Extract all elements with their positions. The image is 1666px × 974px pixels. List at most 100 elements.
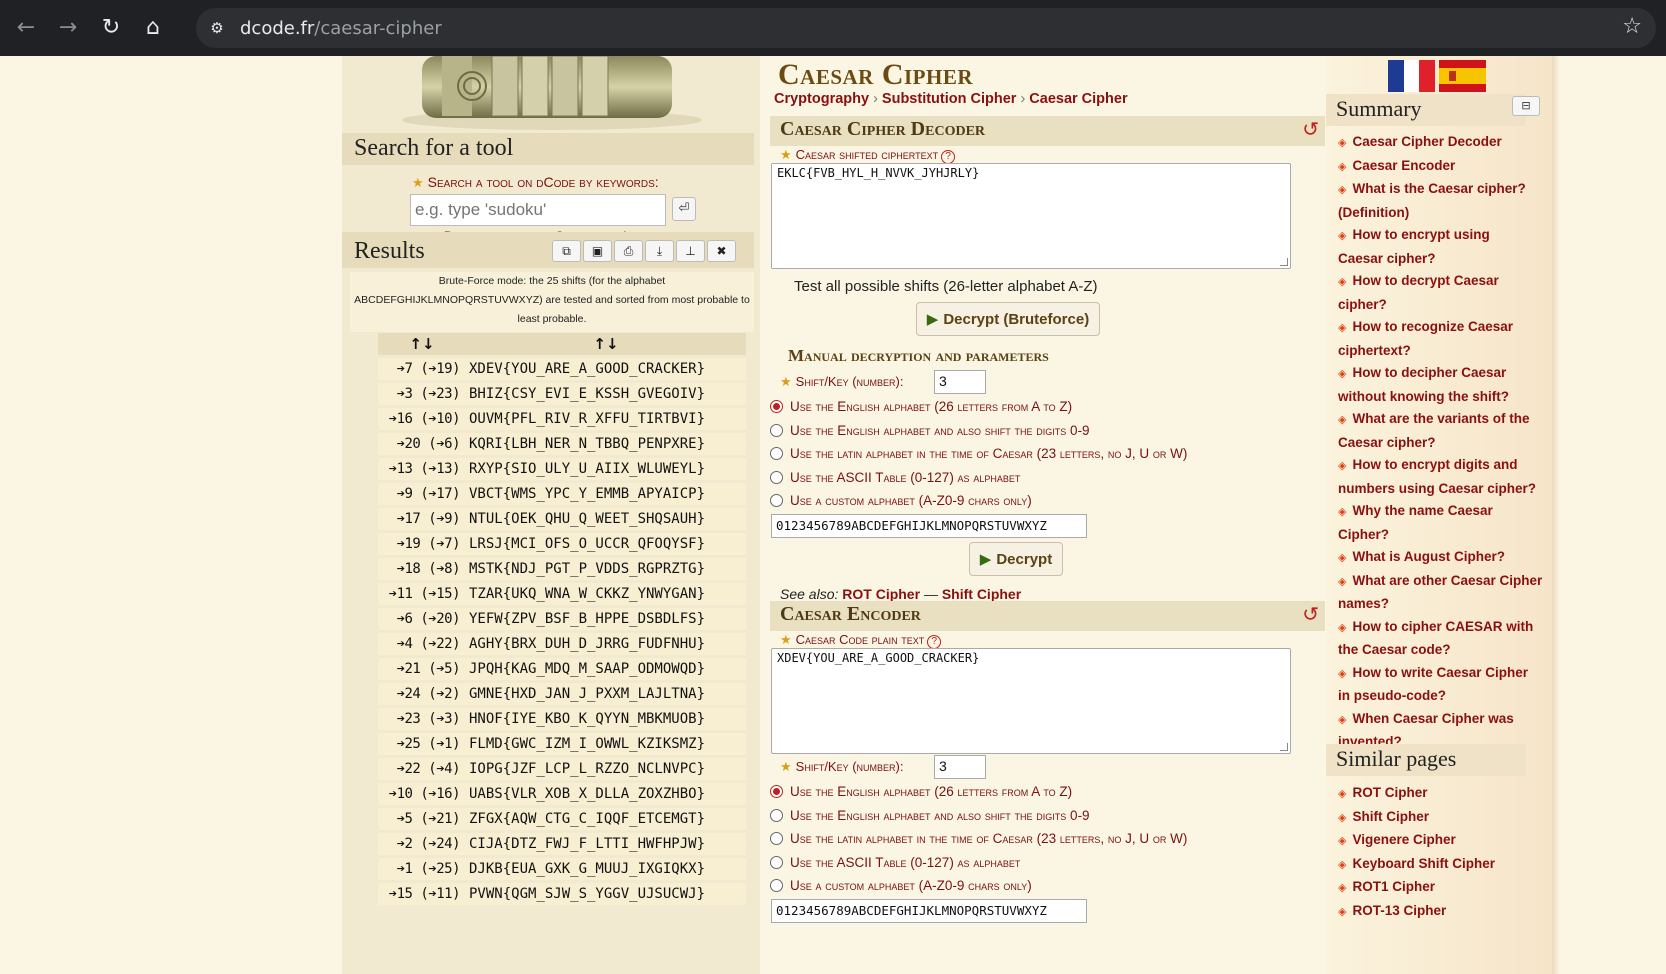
decoded-text-cell[interactable]: AGHY{BRX_DUH_D_JRRG_FUDFNHU} — [466, 633, 746, 655]
summary-item[interactable]: ◈ Caesar Encoder — [1338, 155, 1538, 179]
ciphertext-textarea[interactable]: EKLC{FVB_HYL_H_NVVK_JYHJRLY} — [771, 163, 1291, 269]
address-bar[interactable]: ⚙ dcode.fr/caesar-cipher ☆ — [196, 8, 1656, 48]
similar-item[interactable]: ◈ ROT-13 Cipher — [1338, 900, 1556, 924]
pin-icon[interactable]: ⊥ — [676, 240, 705, 262]
print-icon[interactable]: ⎙ — [614, 240, 643, 262]
decoded-text-cell[interactable]: PVWN{QGM_SJW_S_YGGV_UJSUCWJ} — [466, 883, 746, 905]
radio[interactable] — [770, 879, 783, 892]
site-settings-icon[interactable]: ⚙ — [206, 17, 228, 39]
option-english[interactable]: Use the English alphabet (26 letters fro… — [770, 399, 1072, 414]
french-flag-icon[interactable] — [1388, 60, 1435, 92]
summary-item[interactable]: ◈ What are the variants of the Caesar cip… — [1338, 408, 1538, 454]
similar-item[interactable]: ◈ Vigenere Cipher — [1338, 829, 1556, 853]
forward-arrow-icon[interactable]: → — [52, 12, 84, 44]
custom-alphabet-input[interactable]: 0123456789ABCDEFGHIJKLMNOPQRSTUVWXYZ — [771, 514, 1087, 538]
spanish-flag-icon[interactable] — [1439, 60, 1486, 92]
decrypt-button[interactable]: ▶ Decrypt — [969, 542, 1063, 576]
encoder-shift-input[interactable]: 3 — [934, 755, 986, 779]
radio[interactable] — [770, 447, 783, 460]
decoded-text-cell[interactable]: BHIZ{CSY_EVI_E_KSSH_GVEGOIV} — [466, 383, 746, 405]
summary-item[interactable]: ◈ How to encrypt digits and numbers using… — [1338, 454, 1548, 500]
help-icon[interactable]: ? — [927, 635, 942, 649]
help-icon[interactable]: ? — [941, 150, 956, 164]
search-input[interactable] — [410, 194, 666, 226]
decoded-text-cell[interactable]: YEFW{ZPV_BSF_B_HPPE_DSBDLFS} — [466, 608, 746, 630]
reset-icon[interactable]: ↺ — [1302, 602, 1319, 626]
shift-cipher-link[interactable]: Shift Cipher — [942, 586, 1021, 602]
url-text[interactable]: dcode.fr/caesar-cipher — [240, 18, 442, 39]
screenshot-icon[interactable]: ▣ — [583, 240, 612, 262]
decoded-text-cell[interactable]: HNOF{IYE_KBO_K_QYYN_MBKMUOB} — [466, 708, 746, 730]
decoded-text-cell[interactable]: MSTK{NDJ_PGT_P_VDDS_RGPRZTG} — [466, 558, 746, 580]
radio[interactable] — [770, 424, 783, 437]
enc-option-ascii[interactable]: Use the ASCII Table (0-127) as alphabet — [770, 855, 1020, 870]
summary-item[interactable]: ◈ How to encrypt using Caesar cipher? — [1338, 224, 1538, 270]
plaintext-textarea[interactable]: XDEV{YOU_ARE_A_GOOD_CRACKER} — [771, 648, 1291, 754]
close-icon[interactable]: ✖ — [707, 240, 736, 262]
summary-item[interactable]: ◈ How to cipher CAESAR with the Caesar co… — [1338, 616, 1538, 662]
sort-text-header[interactable]: ↑↓ — [466, 333, 746, 355]
radio-selected[interactable] — [770, 400, 783, 413]
shift-input[interactable]: 3 — [934, 370, 986, 394]
decoded-text-cell[interactable]: FLMD{GWC_IZM_I_OWWL_KZIKSMZ} — [466, 733, 746, 755]
decoded-text-cell[interactable]: VBCT{WMS_YPC_Y_EMMB_APYAICP} — [466, 483, 746, 505]
decoded-text-cell[interactable]: UABS{VLR_XOB_X_DLLA_ZOXZHBO} — [466, 783, 746, 805]
resize-handle-icon[interactable] — [1280, 258, 1288, 266]
encoder-custom-alphabet-input[interactable]: 0123456789ABCDEFGHIJKLMNOPQRSTUVWXYZ — [771, 899, 1087, 923]
decrypt-bruteforce-button[interactable]: ▶ Decrypt (Bruteforce) — [916, 302, 1100, 336]
summary-item[interactable]: ◈ Caesar Cipher Decoder — [1338, 131, 1538, 155]
decoded-text-cell[interactable]: RXYP{SIO_ULY_U_AIIX_WLUWEYL} — [466, 458, 746, 480]
similar-item[interactable]: ◈ Shift Cipher — [1338, 806, 1556, 830]
decoded-text-cell[interactable]: DJKB{EUA_GXK_G_MUUJ_IXGIQKX} — [466, 858, 746, 880]
home-icon[interactable]: ⌂ — [137, 12, 169, 44]
decoded-text-cell[interactable]: XDEV{YOU_ARE_A_GOOD_CRACKER} — [466, 358, 746, 380]
radio-selected[interactable] — [770, 785, 783, 798]
option-custom[interactable]: Use a custom alphabet (A-Z0-9 chars only… — [770, 493, 1032, 508]
option-latin[interactable]: Use the latin alphabet in the time of Ca… — [770, 446, 1187, 461]
enc-option-latin[interactable]: Use the latin alphabet in the time of Ca… — [770, 831, 1187, 846]
similar-item[interactable]: ◈ ROT Cipher — [1338, 782, 1556, 806]
breadcrumb-substitution[interactable]: Substitution Cipher — [882, 91, 1017, 107]
decoded-text-cell[interactable]: IOPG{JZF_LCP_L_RZZO_NCLNVPC} — [466, 758, 746, 780]
resize-handle-icon[interactable] — [1280, 743, 1288, 751]
decoded-text-cell[interactable]: NTUL{OEK_QHU_Q_WEET_SHQSAUH} — [466, 508, 746, 530]
radio[interactable] — [770, 832, 783, 845]
bookmark-star-icon[interactable]: ☆ — [1622, 14, 1642, 39]
summary-item[interactable]: ◈ Why the name Caesar Cipher? — [1338, 500, 1538, 546]
enc-option-english[interactable]: Use the English alphabet (26 letters fro… — [770, 784, 1072, 799]
enc-option-custom[interactable]: Use a custom alphabet (A-Z0-9 chars only… — [770, 878, 1032, 893]
decoded-text-cell[interactable]: CIJA{DTZ_FWJ_F_LTTI_HWFHPJW} — [466, 833, 746, 855]
copy-icon[interactable]: ⧉ — [552, 240, 581, 262]
decoded-text-cell[interactable]: GMNE{HXD_JAN_J_PXXM_LAJLTNA} — [466, 683, 746, 705]
decoded-text-cell[interactable]: JPQH{KAG_MDQ_M_SAAP_ODMOWQD} — [466, 658, 746, 680]
back-arrow-icon[interactable]: ← — [10, 12, 42, 44]
breadcrumb-cryptography[interactable]: Cryptography — [774, 91, 869, 107]
summary-item[interactable]: ◈ What are other Caesar Cipher names? — [1338, 570, 1548, 616]
radio[interactable] — [770, 809, 783, 822]
summary-item[interactable]: ◈ What is August Cipher? — [1338, 546, 1538, 570]
decoded-text-cell[interactable]: OUVM{PFL_RIV_R_XFFU_TIRTBVI} — [466, 408, 746, 430]
radio[interactable] — [770, 471, 783, 484]
decoded-text-cell[interactable]: ZFGX{AQW_CTG_C_IQQF_ETCEMGT} — [466, 808, 746, 830]
summary-item[interactable]: ◈ How to write Caesar Cipher in pseudo-co… — [1338, 662, 1538, 708]
rot-cipher-link[interactable]: ROT Cipher — [842, 586, 920, 602]
download-icon[interactable]: ⤓ — [645, 240, 674, 262]
option-ascii[interactable]: Use the ASCII Table (0-127) as alphabet — [770, 470, 1020, 485]
similar-item[interactable]: ◈ Keyboard Shift Cipher — [1338, 853, 1556, 877]
option-english-digits[interactable]: Use the English alphabet and also shift … — [770, 423, 1090, 438]
enc-option-english-digits[interactable]: Use the English alphabet and also shift … — [770, 808, 1090, 823]
decoded-text-cell[interactable]: TZAR{UKQ_WNA_W_CKKZ_YNWYGAN} — [466, 583, 746, 605]
decoded-text-cell[interactable]: LRSJ{MCI_OFS_O_UCCR_QFOQYSF} — [466, 533, 746, 555]
search-submit-icon[interactable]: ⏎ — [672, 197, 696, 221]
reload-icon[interactable]: ↻ — [95, 12, 127, 44]
radio[interactable] — [770, 494, 783, 507]
summary-item[interactable]: ◈ How to decrypt Caesar cipher? — [1338, 270, 1538, 316]
summary-item[interactable]: ◈ What is the Caesar cipher? (Definition) — [1338, 178, 1538, 224]
reset-icon[interactable]: ↺ — [1302, 117, 1319, 141]
sort-shift-header[interactable]: ↑↓ — [378, 333, 466, 355]
collapse-icon[interactable]: ⊟ — [1512, 96, 1540, 116]
breadcrumb-caesar[interactable]: Caesar Cipher — [1029, 91, 1127, 107]
decoded-text-cell[interactable]: KQRI{LBH_NER_N_TBBQ_PENPXRE} — [466, 433, 746, 455]
summary-item[interactable]: ◈ How to recognize Caesar ciphertext? — [1338, 316, 1538, 362]
similar-item[interactable]: ◈ ROT1 Cipher — [1338, 876, 1556, 900]
